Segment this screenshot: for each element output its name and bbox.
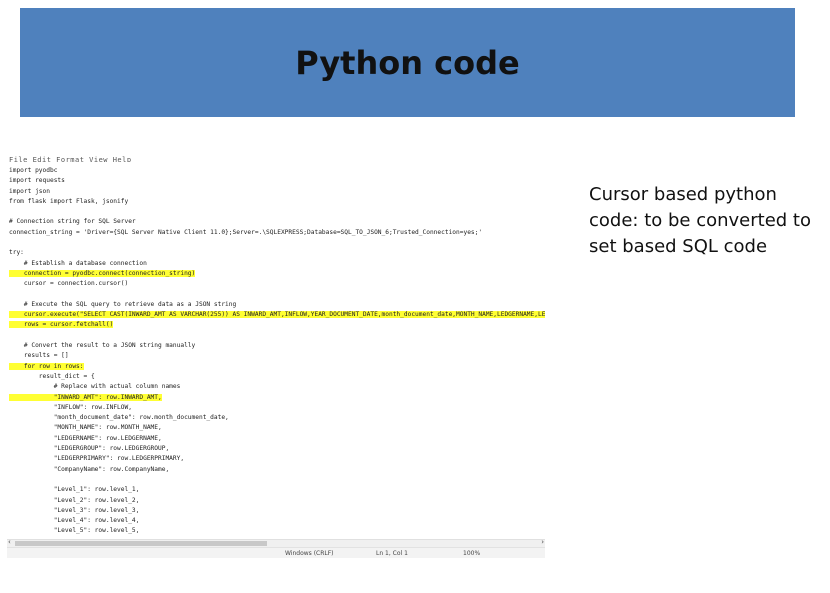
code-line: connection = pyodbc.connect(connection_s…: [9, 269, 545, 279]
highlighted-code-text: connection = pyodbc.connect(connection_s…: [9, 269, 196, 277]
status-cursor-position: Ln 1, Col 1: [376, 550, 408, 557]
code-line: connection_string = 'Driver={SQL Server …: [9, 228, 545, 238]
code-text: # Connection string for SQL Server: [9, 218, 136, 226]
code-line: cursor.execute("SELECT CAST(INWARD_AMT A…: [9, 310, 545, 320]
code-text: results = []: [9, 352, 69, 360]
code-line: "month_document_date": row.month_documen…: [9, 413, 545, 423]
slide-title: Python code: [295, 43, 520, 82]
code-line: import pyodbc: [9, 166, 545, 176]
code-line: "Level_4": row.level_4,: [9, 516, 545, 526]
code-text: import requests: [9, 177, 65, 185]
code-line: # Convert the result to a JSON string ma…: [9, 341, 545, 351]
scroll-left-icon[interactable]: ‹: [8, 538, 11, 546]
editor-menu-bar: File Edit Format View Help: [9, 156, 132, 162]
code-text: "Level_3": row.level_3,: [9, 506, 140, 514]
code-text: # Replace with actual column names: [9, 383, 181, 391]
code-line: for row in rows:: [9, 362, 545, 372]
code-line: "MONTH_NAME": row.MONTH_NAME,: [9, 423, 545, 433]
code-text: import pyodbc: [9, 167, 58, 174]
code-text: "Level_2": row.level_2,: [9, 496, 140, 504]
code-line: "LEDGERGROUP": row.LEDGERGROUP,: [9, 444, 545, 454]
code-line: rows = cursor.fetchall(): [9, 320, 545, 330]
code-area: import pyodbc import requests import json f…: [9, 166, 545, 540]
slide-caption: Cursor based python code: to be converte…: [589, 184, 812, 257]
code-text: "month_document_date": row.month_documen…: [9, 414, 229, 422]
code-editor-screenshot: File Edit Format View Help import pyodbc…: [7, 156, 545, 558]
highlighted-code-text: cursor.execute("SELECT CAST(INWARD_AMT A…: [9, 311, 545, 319]
highlighted-code-text: rows = cursor.fetchall(): [9, 321, 114, 329]
code-text: "LEDGERGROUP": row.LEDGERGROUP,: [9, 445, 170, 453]
code-line: "CompanyName": row.CompanyName,: [9, 465, 545, 475]
status-bar: Windows (CRLF) Ln 1, Col 1 100%: [7, 547, 545, 558]
code-text: connection_string = 'Driver={SQL Server …: [9, 228, 483, 236]
code-text: from flask import Flask, jsonify: [9, 197, 129, 205]
code-line: "Level_2": row.level_2,: [9, 496, 545, 506]
code-text: "CompanyName": row.CompanyName,: [9, 465, 170, 473]
code-text: "Level_1": row.level_1,: [9, 486, 140, 494]
code-text: # Establish a database connection: [9, 259, 147, 267]
code-line: cursor = connection.cursor(): [9, 279, 545, 289]
code-line: "Level_3": row.level_3,: [9, 506, 545, 516]
code-line: # Connection string for SQL Server: [9, 217, 545, 227]
code-line: "Level_1": row.level_1,: [9, 485, 545, 495]
code-line: "INFLOW": row.INFLOW,: [9, 403, 545, 413]
highlighted-code-text: for row in rows:: [9, 362, 84, 370]
code-text: "MONTH_NAME": row.MONTH_NAME,: [9, 424, 162, 432]
scroll-right-icon[interactable]: ›: [541, 538, 544, 546]
highlighted-code-text: "INWARD_AMT": row.INWARD_AMT,: [9, 393, 162, 401]
status-zoom: 100%: [463, 550, 481, 557]
code-line: # Establish a database connection: [9, 259, 545, 269]
code-line: try:: [9, 248, 545, 258]
code-text: try:: [9, 249, 24, 257]
code-line: "LEDGERNAME": row.LEDGERNAME,: [9, 434, 545, 444]
title-banner: Python code: [20, 8, 795, 117]
code-text: "INFLOW": row.INFLOW,: [9, 403, 132, 411]
code-line: # Execute the SQL query to retrieve data…: [9, 300, 545, 310]
code-text: "Level_5": row.level_5,: [9, 527, 140, 535]
code-text: # Execute the SQL query to retrieve data…: [9, 300, 237, 308]
code-line: results = []: [9, 351, 545, 361]
code-text: "Level_4": row.level_4,: [9, 517, 140, 525]
code-line: result_dict = {: [9, 372, 545, 382]
code-text: result_dict = {: [9, 372, 95, 380]
code-line: "Level_5": row.level_5,: [9, 526, 545, 536]
code-text: # Convert the result to a JSON string ma…: [9, 342, 196, 350]
code-text: "LEDGERNAME": row.LEDGERNAME,: [9, 434, 162, 442]
code-text: cursor = connection.cursor(): [9, 280, 129, 288]
status-line-ending: Windows (CRLF): [285, 550, 334, 557]
code-line: import json: [9, 187, 545, 197]
scrollbar-thumb[interactable]: [15, 541, 267, 546]
horizontal-scrollbar[interactable]: ‹ ›: [7, 538, 545, 547]
code-line: import requests: [9, 176, 545, 186]
code-text: import json: [9, 187, 50, 195]
code-line: "LEDGERPRIMARY": row.LEDGERPRIMARY,: [9, 454, 545, 464]
code-line: # Replace with actual column names: [9, 382, 545, 392]
code-text: "LEDGERPRIMARY": row.LEDGERPRIMARY,: [9, 455, 185, 463]
code-line: "INWARD_AMT": row.INWARD_AMT,: [9, 393, 545, 403]
code-line: from flask import Flask, jsonify: [9, 197, 545, 207]
